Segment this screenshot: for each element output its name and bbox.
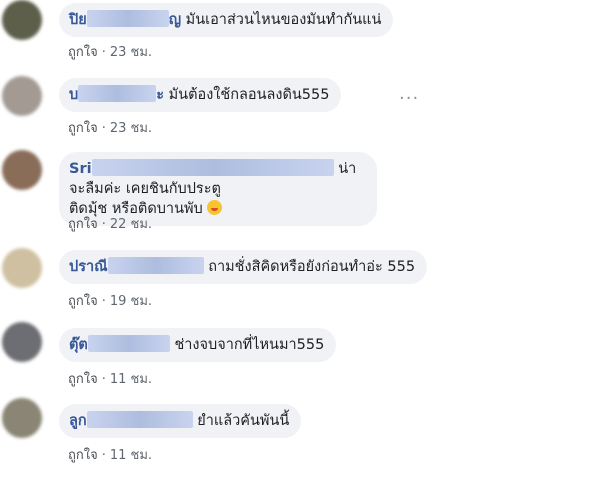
commenter-name[interactable]: ตุ๊ต (69, 335, 170, 353)
avatar[interactable] (2, 150, 42, 190)
avatar[interactable] (2, 0, 42, 40)
avatar[interactable] (2, 398, 42, 438)
avatar[interactable] (2, 248, 42, 288)
comment-text: ยำแล้วคันพันนี้ (197, 413, 290, 429)
comment-text: มันเอาส่วนไหนของมันทำกันแน่ (185, 12, 382, 28)
like-link[interactable]: ถูกใจ (68, 448, 98, 463)
comment-bubble: ปราณี ถามชั่งสิคิดหรือยังก่อนทำอ่ะ 555 (59, 250, 428, 284)
comment-meta: ถูกใจ · 23 ชม. (68, 45, 153, 60)
commenter-name[interactable]: ปราณี (69, 257, 204, 275)
like-link[interactable]: ถูกใจ (68, 372, 98, 387)
comment-bubble: ลูก ยำแล้วคันพันนี้ (59, 404, 302, 438)
comment-meta: ถูกใจ · 11 ชม. (68, 448, 153, 463)
comment-bubble: ปิยญ มันเอาส่วนไหนของมันทำกันแน่ (59, 3, 394, 37)
commenter-name[interactable]: ปิยญ (69, 10, 181, 28)
like-link[interactable]: ถูกใจ (68, 294, 98, 309)
comment-meta: ถูกใจ · 22 ชม. (68, 217, 153, 232)
comment-bubble: บะ มันต้องใช้กลอนลงดิน555 (59, 78, 342, 112)
avatar[interactable] (2, 76, 42, 116)
comment-text: ช่างจบจากที่ไหนมา555 (174, 337, 325, 353)
comment-time[interactable]: 11 ชม. (110, 372, 152, 387)
comment-meta: ถูกใจ · 19 ชม. (68, 294, 153, 309)
like-link[interactable]: ถูกใจ (68, 45, 98, 60)
comment-time[interactable]: 11 ชม. (110, 448, 152, 463)
comment-text: มันต้องใช้กลอนลงดิน555 (168, 87, 330, 103)
comment-time[interactable]: 23 ชม. (110, 45, 152, 60)
comment-meta: ถูกใจ · 11 ชม. (68, 372, 153, 387)
commenter-name[interactable]: Sri (69, 159, 334, 177)
commenter-name[interactable]: ลูก (69, 411, 193, 429)
avatar[interactable] (2, 322, 42, 362)
comment-time[interactable]: 22 ชม. (110, 217, 152, 232)
comment-text: ถามชั่งสิคิดหรือยังก่อนทำอ่ะ 555 (208, 259, 416, 275)
comment-time[interactable]: 19 ชม. (110, 294, 152, 309)
commenter-name[interactable]: บะ (69, 85, 164, 103)
comment-time[interactable]: 23 ชม. (110, 121, 152, 136)
comment-bubble: ตุ๊ต ช่างจบจากที่ไหนมา555 (59, 328, 337, 362)
laughing-emoji-icon (207, 200, 223, 215)
like-link[interactable]: ถูกใจ (68, 121, 98, 136)
like-link[interactable]: ถูกใจ (68, 217, 98, 232)
ellipsis-icon[interactable]: ··· (399, 88, 419, 109)
comment-meta: ถูกใจ · 23 ชม. (68, 121, 153, 136)
